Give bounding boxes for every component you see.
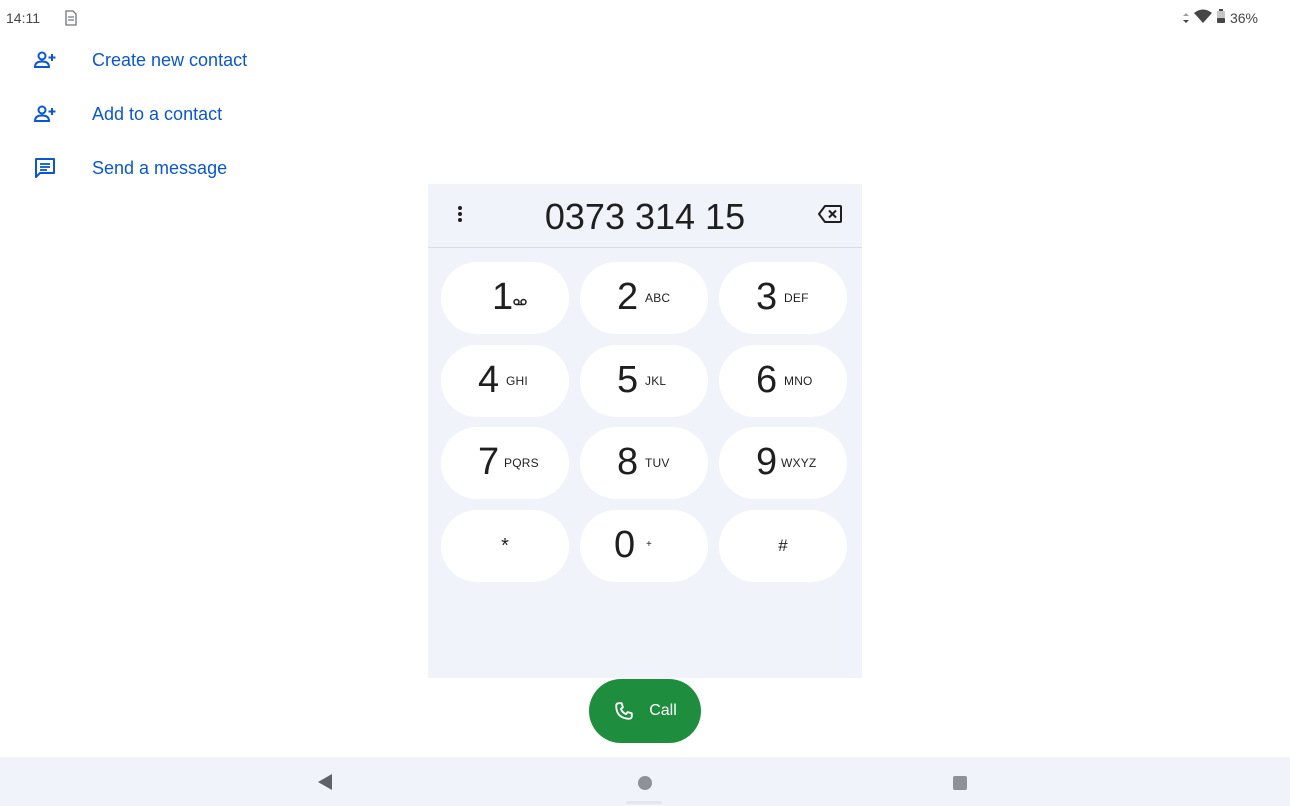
key-digit: 5 <box>617 359 639 401</box>
key-digit: # <box>778 536 788 555</box>
key-letters: ABC <box>645 291 671 305</box>
key-letters: TUV <box>645 456 670 470</box>
send-message-label: Send a message <box>92 158 228 178</box>
key-8[interactable]: 8 TUV <box>580 427 708 499</box>
status-time: 14:11 <box>6 10 40 26</box>
status-bar: 14:11 36% <box>0 0 1290 36</box>
back-triangle-icon <box>318 774 332 790</box>
dial-header: 0373 314 15 <box>428 184 862 248</box>
add-person-icon <box>33 48 57 72</box>
key-letters: GHI <box>506 374 528 388</box>
key-letters: MNO <box>784 374 813 388</box>
back-button[interactable] <box>318 774 332 790</box>
wifi-icon <box>1193 9 1212 26</box>
send-message-button[interactable]: Send a message <box>0 144 400 192</box>
key-2[interactable]: 2 ABC <box>580 262 708 334</box>
key-star[interactable]: * <box>441 510 569 582</box>
key-digit: 1 <box>492 276 514 318</box>
key-0[interactable]: 0 + <box>580 510 708 582</box>
backspace-button[interactable] <box>818 205 844 227</box>
dialed-number[interactable]: 0373 314 15 <box>498 192 792 242</box>
battery-percent: 36% <box>1229 9 1258 26</box>
call-button[interactable]: Call <box>589 679 701 743</box>
key-digit: 9 <box>756 441 778 483</box>
key-digit: 6 <box>756 359 778 401</box>
more-options-button[interactable] <box>448 204 472 228</box>
navigation-bar <box>0 757 1290 806</box>
key-letters: WXYZ <box>781 456 817 470</box>
sim-icon <box>65 10 77 26</box>
nav-handle <box>626 801 662 804</box>
key-digit: 8 <box>617 441 639 483</box>
add-to-contact-label: Add to a contact <box>92 104 223 124</box>
key-3[interactable]: 3 DEF <box>719 262 847 334</box>
voicemail-icon <box>513 293 527 311</box>
backspace-icon <box>818 205 842 227</box>
key-letters: + <box>646 539 653 550</box>
message-icon <box>33 156 57 180</box>
battery-icon <box>1216 9 1225 26</box>
key-pound[interactable]: # <box>719 510 847 582</box>
key-digit: 0 <box>614 524 636 566</box>
key-letters: JKL <box>645 374 667 388</box>
key-7[interactable]: 7 PQRS <box>441 427 569 499</box>
key-digit: 3 <box>756 276 778 318</box>
home-button[interactable] <box>638 776 652 790</box>
key-6[interactable]: 6 MNO <box>719 345 847 417</box>
create-new-contact-button[interactable]: Create new contact <box>0 36 400 84</box>
key-letters: PQRS <box>504 456 539 470</box>
key-digit: 4 <box>478 359 500 401</box>
key-letters: DEF <box>784 291 809 305</box>
add-to-contact-button[interactable]: Add to a contact <box>0 90 400 138</box>
key-4[interactable]: 4 GHI <box>441 345 569 417</box>
key-1[interactable]: 1 <box>441 262 569 334</box>
add-person-icon <box>33 102 57 126</box>
key-digit: 7 <box>478 441 500 483</box>
signal-arrows-icon <box>1182 10 1189 26</box>
key-5[interactable]: 5 JKL <box>580 345 708 417</box>
key-9[interactable]: 9 WXYZ <box>719 427 847 499</box>
status-right-group: 36% <box>1182 9 1258 26</box>
recents-button[interactable] <box>953 776 967 790</box>
key-digit: 2 <box>617 276 639 318</box>
key-digit: * <box>501 535 509 557</box>
call-label: Call <box>649 702 677 719</box>
dialpad: 0373 314 15 1 2 ABC 3 DEF 4 GHI 5 JKL 6 … <box>428 184 862 678</box>
phone-icon <box>613 700 635 722</box>
more-vert-icon <box>457 204 463 229</box>
create-new-contact-label: Create new contact <box>92 50 248 70</box>
